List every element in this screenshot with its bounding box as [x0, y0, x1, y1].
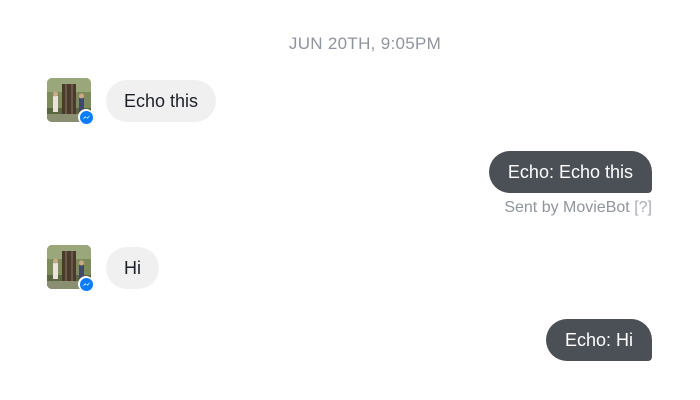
incoming-message-bubble[interactable]: Echo this — [106, 80, 217, 122]
messenger-badge — [78, 276, 94, 292]
sender-avatar[interactable] — [47, 245, 94, 292]
outgoing-message-bubble[interactable]: Echo: Hi — [545, 319, 652, 361]
sender-avatar[interactable] — [47, 78, 94, 125]
messenger-bolt-icon — [79, 110, 93, 124]
message-timestamp: JUN 20TH, 9:05PM — [288, 34, 442, 53]
incoming-message-bubble[interactable]: Hi — [106, 247, 159, 289]
sent-by-help-link[interactable]: [?] — [634, 199, 652, 216]
sent-by-attribution: Sent by MovieBot [?] — [504, 199, 652, 217]
sent-by-prefix: Sent by — [504, 199, 559, 216]
outgoing-message-bubble[interactable]: Echo: Echo this — [488, 151, 652, 193]
messenger-bolt-icon — [79, 277, 93, 291]
sent-by-bot-name[interactable]: MovieBot — [563, 199, 630, 216]
messenger-badge — [78, 109, 94, 125]
